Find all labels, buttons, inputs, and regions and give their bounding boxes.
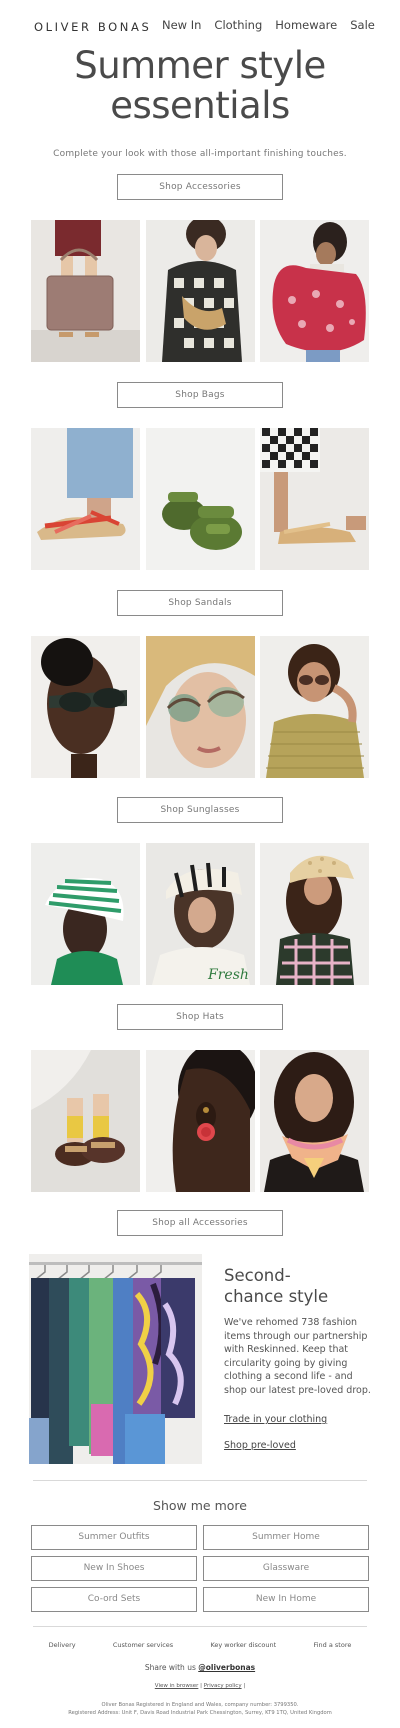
product-image[interactable]	[31, 843, 140, 985]
accessories-image-row	[31, 1050, 369, 1192]
preloved-body: We've rehomed 738 fashion items through …	[224, 1317, 371, 1396]
nav-sale[interactable]: Sale	[350, 18, 375, 32]
product-image[interactable]	[31, 636, 140, 778]
trade-in-link[interactable]: Trade in your clothing	[224, 1414, 327, 1425]
shop-sandals-button[interactable]: Shop Sandals	[117, 590, 283, 616]
preloved-image[interactable]	[29, 1254, 202, 1464]
top-nav: New In Clothing Homeware Sale	[162, 18, 388, 32]
privacy-policy-link[interactable]: Privacy policy	[204, 1683, 242, 1689]
product-image[interactable]	[260, 843, 369, 985]
preloved-title-line1: Second-	[224, 1266, 291, 1285]
product-image[interactable]	[260, 428, 369, 570]
glassware-button[interactable]: Glassware	[203, 1556, 369, 1581]
shop-bags-button[interactable]: Shop Bags	[117, 382, 283, 408]
legal-links: View in browser | Privacy policy |	[0, 1683, 400, 1689]
hero-title-line1: Summer style	[74, 44, 326, 87]
product-image[interactable]: Fresh	[146, 843, 255, 985]
product-image[interactable]	[31, 1050, 140, 1192]
view-in-browser-link[interactable]: View in browser	[155, 1683, 199, 1689]
nav-homeware[interactable]: Homeware	[275, 18, 337, 32]
product-image[interactable]	[260, 1050, 369, 1192]
preloved-title: Second- chance style	[224, 1265, 374, 1307]
product-image[interactable]	[31, 428, 140, 570]
hero-title: Summer style essentials	[0, 46, 400, 126]
footer-links: Delivery Customer services Key worker di…	[0, 1641, 400, 1649]
product-image[interactable]	[146, 220, 255, 362]
section-divider	[33, 1626, 367, 1627]
legal-separator: |	[243, 1683, 246, 1689]
share-prefix: Share with us	[144, 1663, 199, 1672]
shop-sunglasses-button[interactable]: Shop Sunglasses	[117, 797, 283, 823]
footer-key-worker-link[interactable]: Key worker discount	[210, 1641, 276, 1649]
preloved-title-line2: chance style	[224, 1287, 329, 1306]
shop-accessories-button[interactable]: Shop Accessories	[117, 174, 283, 200]
legal-company-text: Oliver Bonas Registered in England and W…	[101, 1702, 299, 1708]
product-image[interactable]	[260, 220, 369, 362]
sunglasses-image-row	[31, 636, 369, 778]
product-image[interactable]	[260, 636, 369, 778]
section-divider	[33, 1480, 367, 1481]
new-in-shoes-button[interactable]: New In Shoes	[31, 1556, 197, 1581]
nav-new-in[interactable]: New In	[162, 18, 201, 32]
footer-customer-services-link[interactable]: Customer services	[113, 1641, 173, 1649]
product-image[interactable]	[146, 636, 255, 778]
product-image[interactable]	[146, 1050, 255, 1192]
summer-home-button[interactable]: Summer Home	[203, 1525, 369, 1550]
product-image[interactable]	[146, 428, 255, 570]
co-ord-sets-button[interactable]: Co-ord Sets	[31, 1587, 197, 1612]
brand-logo[interactable]: OLIVER BONAS	[34, 20, 151, 34]
footer-delivery-link[interactable]: Delivery	[49, 1641, 76, 1649]
instagram-handle-link[interactable]: @oliverbonas	[198, 1663, 255, 1672]
new-in-home-button[interactable]: New In Home	[203, 1587, 369, 1612]
sandals-image-row	[31, 428, 369, 570]
shop-all-accessories-button[interactable]: Shop all Accessories	[117, 1210, 283, 1236]
svg-text:Fresh: Fresh	[207, 967, 249, 983]
hero-subtitle: Complete your look with those all-import…	[53, 149, 347, 159]
email-header: OLIVER BONAS New In Clothing Homeware Sa…	[0, 14, 400, 38]
show-more-title: Show me more	[153, 1498, 247, 1513]
share-line: Share with us @oliverbonas	[0, 1663, 400, 1672]
legal-address-text: Registered Address: Unit F, Davis Road I…	[68, 1710, 332, 1716]
shop-preloved-link[interactable]: Shop pre-loved	[224, 1440, 296, 1451]
shop-hats-button[interactable]: Shop Hats	[117, 1004, 283, 1030]
nav-clothing[interactable]: Clothing	[214, 18, 262, 32]
bags-image-row	[31, 220, 369, 362]
hats-image-row: Fresh	[31, 843, 369, 985]
legal-separator: |	[200, 1683, 202, 1689]
footer-find-store-link[interactable]: Find a store	[313, 1641, 351, 1649]
hero-title-line2: essentials	[110, 84, 290, 127]
product-image[interactable]	[31, 220, 140, 362]
summer-outfits-button[interactable]: Summer Outfits	[31, 1525, 197, 1550]
